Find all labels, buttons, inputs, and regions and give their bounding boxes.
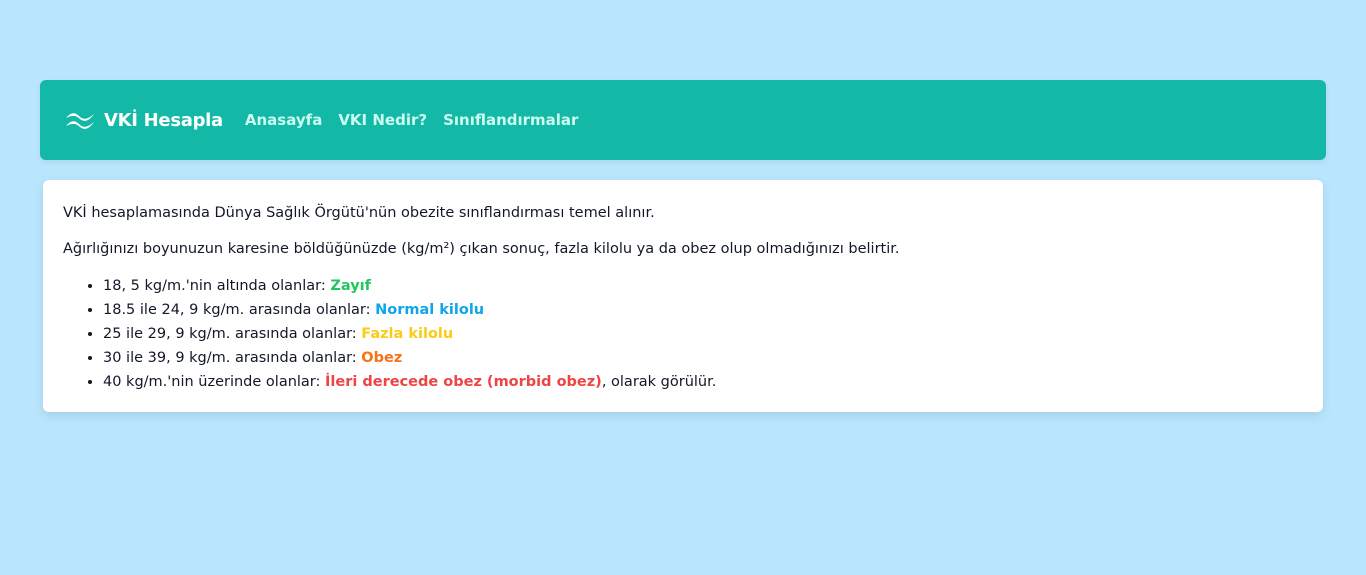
nav-links: Anasayfa VKI Nedir? Sınıflandırmalar	[245, 111, 595, 129]
content-card: VKİ hesaplamasında Dünya Sağlık Örgütü'n…	[43, 180, 1323, 412]
label-fazla: Fazla kilolu	[361, 326, 454, 342]
explanation-text: Ağırlığınızı boyunuzun karesine böldüğün…	[63, 241, 900, 257]
nav-link-home[interactable]: Anasayfa	[245, 111, 322, 129]
label-obez: Obez	[361, 350, 403, 366]
suffix-text: , olarak görülür.	[601, 374, 717, 390]
range-text: 18, 5 kg/m.'nin altında olanlar:	[103, 278, 331, 294]
brand-title: VKİ Hesapla	[104, 109, 223, 131]
tailwind-wave-icon	[64, 109, 96, 131]
nav-link-classifications[interactable]: Sınıflandırmalar	[443, 111, 578, 129]
label-normal: Normal kilolu	[375, 302, 485, 318]
classification-list: 18, 5 kg/m.'nin altında olanlar: Zayıf 1…	[63, 274, 1303, 394]
list-item-morbid: 40 kg/m.'nin üzerinde olanlar: İleri der…	[103, 370, 1303, 394]
list-item-fazla: 25 ile 29, 9 kg/m. arasında olanlar: Faz…	[103, 322, 1303, 346]
label-zayif: Zayıf	[330, 278, 371, 294]
navbar: VKİ Hesapla Anasayfa VKI Nedir? Sınıflan…	[40, 80, 1326, 160]
list-item-zayif: 18, 5 kg/m.'nin altında olanlar: Zayıf	[103, 274, 1303, 298]
range-text: 30 ile 39, 9 kg/m. arasında olanlar:	[103, 350, 362, 366]
nav-link-what-is-bmi[interactable]: VKI Nedir?	[338, 111, 427, 129]
brand-link[interactable]: VKİ Hesapla	[64, 109, 223, 131]
list-item-normal: 18.5 ile 24, 9 kg/m. arasında olanlar: N…	[103, 298, 1303, 322]
range-text: 18.5 ile 24, 9 kg/m. arasında olanlar:	[103, 302, 376, 318]
intro-text: VKİ hesaplamasında Dünya Sağlık Örgütü'n…	[63, 205, 655, 221]
list-item-obez: 30 ile 39, 9 kg/m. arasında olanlar: Obe…	[103, 346, 1303, 370]
label-morbid: İleri derecede obez (morbid obez)	[325, 374, 602, 390]
range-text: 25 ile 29, 9 kg/m. arasında olanlar:	[103, 326, 362, 342]
range-text: 40 kg/m.'nin üzerinde olanlar:	[103, 374, 326, 390]
